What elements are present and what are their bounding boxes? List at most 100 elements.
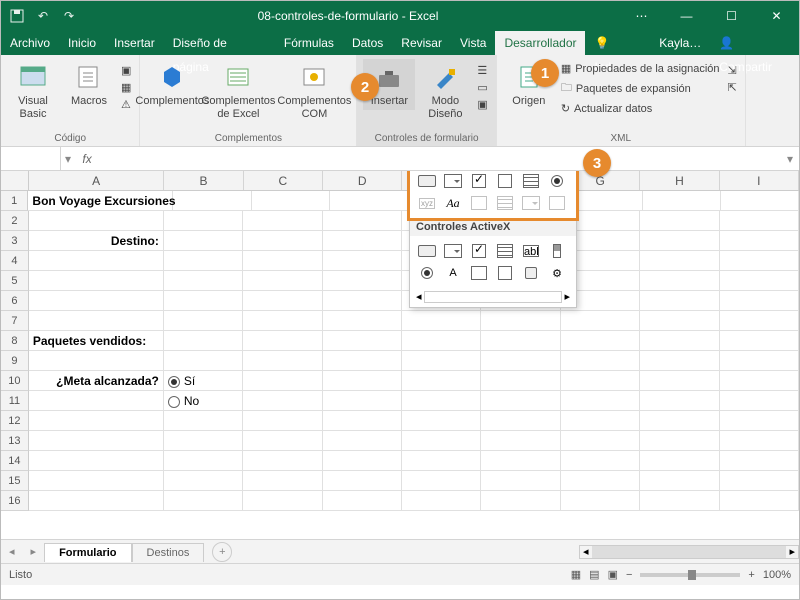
cell-H6[interactable]: [640, 291, 719, 311]
cell-I1[interactable]: [721, 191, 799, 211]
cell-G13[interactable]: [561, 431, 640, 451]
cell-F11[interactable]: [481, 391, 560, 411]
cell-I5[interactable]: [720, 271, 799, 291]
row-header-9[interactable]: 9: [1, 351, 29, 371]
cell-I14[interactable]: [720, 451, 799, 471]
save-icon[interactable]: [9, 8, 25, 24]
cell-H9[interactable]: [640, 351, 719, 371]
cell-C5[interactable]: [243, 271, 322, 291]
cell-H13[interactable]: [640, 431, 719, 451]
cell-G9[interactable]: [561, 351, 640, 371]
cell-G7[interactable]: [561, 311, 640, 331]
cell-F9[interactable]: [481, 351, 560, 371]
cell-A7[interactable]: [29, 311, 164, 331]
tab-formulas[interactable]: Fórmulas: [275, 31, 343, 55]
name-box[interactable]: [1, 147, 61, 170]
tell-me[interactable]: 💡 Ind…: [585, 31, 650, 55]
cell-B10[interactable]: Sí: [164, 371, 243, 391]
optionbutton-control-icon[interactable]: [544, 171, 570, 192]
row-header-5[interactable]: 5: [1, 271, 29, 291]
cell-E9[interactable]: [402, 351, 481, 371]
view-break-icon[interactable]: ▣: [608, 568, 618, 581]
cell-A16[interactable]: [29, 491, 164, 511]
cell-E8[interactable]: [402, 331, 481, 351]
scroll-left-icon[interactable]: ◂: [416, 290, 422, 303]
cell-H12[interactable]: [640, 411, 719, 431]
cell-D11[interactable]: [323, 391, 402, 411]
cell-B14[interactable]: [164, 451, 243, 471]
ax-textbox-icon[interactable]: abl: [518, 240, 544, 262]
spinner-control-icon[interactable]: [492, 171, 518, 192]
label-control-icon[interactable]: Aa: [440, 192, 466, 214]
ax-button-icon[interactable]: [414, 240, 440, 262]
run-dialog-button[interactable]: ▣: [475, 97, 489, 112]
cell-D16[interactable]: [323, 491, 402, 511]
view-layout-icon[interactable]: ▤: [589, 568, 599, 581]
cell-E12[interactable]: [402, 411, 481, 431]
row-header-6[interactable]: 6: [1, 291, 29, 311]
cell-D14[interactable]: [323, 451, 402, 471]
cell-B13[interactable]: [164, 431, 243, 451]
view-normal-icon[interactable]: ▦: [571, 568, 581, 581]
col-header-i[interactable]: I: [720, 171, 799, 190]
row-header-14[interactable]: 14: [1, 451, 29, 471]
undo-icon[interactable]: ↶: [35, 8, 51, 24]
cell-I13[interactable]: [720, 431, 799, 451]
cell-C2[interactable]: [243, 211, 322, 231]
row-header-2[interactable]: 2: [1, 211, 29, 231]
zoom-out-button[interactable]: −: [626, 569, 632, 581]
cell-H3[interactable]: [640, 231, 719, 251]
cell-A10[interactable]: ¿Meta alcanzada?: [29, 371, 164, 391]
cell-F13[interactable]: [481, 431, 560, 451]
col-header-a[interactable]: A: [29, 171, 164, 190]
expansion-packs-button[interactable]: 🗀 Paquetes de expansión: [559, 78, 722, 99]
cell-D5[interactable]: [323, 271, 402, 291]
cell-C15[interactable]: [243, 471, 322, 491]
cell-H16[interactable]: [640, 491, 719, 511]
cell-H1[interactable]: [643, 191, 721, 211]
cell-D10[interactable]: [323, 371, 402, 391]
export-button[interactable]: ⇱: [726, 80, 739, 95]
visual-basic-button[interactable]: Visual Basic: [7, 59, 59, 122]
cell-B11[interactable]: No: [164, 391, 243, 411]
complementos-button[interactable]: Complementos: [146, 59, 198, 110]
cell-A11[interactable]: [29, 391, 164, 411]
cell-G11[interactable]: [561, 391, 640, 411]
row-header-12[interactable]: 12: [1, 411, 29, 431]
cell-E16[interactable]: [402, 491, 481, 511]
horizontal-scrollbar[interactable]: ◂▸: [579, 545, 799, 559]
tab-archivo[interactable]: Archivo: [1, 31, 59, 55]
cell-F16[interactable]: [481, 491, 560, 511]
cell-B16[interactable]: [164, 491, 243, 511]
tab-diseno[interactable]: Diseño de página: [164, 31, 275, 55]
cell-B5[interactable]: [164, 271, 243, 291]
col-header-b[interactable]: B: [164, 171, 243, 190]
cell-A5[interactable]: [29, 271, 164, 291]
cell-I15[interactable]: [720, 471, 799, 491]
cell-C10[interactable]: [243, 371, 322, 391]
tab-insertar[interactable]: Insertar: [105, 31, 164, 55]
cell-I8[interactable]: [720, 331, 799, 351]
cell-C16[interactable]: [243, 491, 322, 511]
cell-F10[interactable]: [481, 371, 560, 391]
cell-I10[interactable]: [720, 371, 799, 391]
redo-icon[interactable]: ↷: [61, 8, 77, 24]
row-header-13[interactable]: 13: [1, 431, 29, 451]
cell-B12[interactable]: [164, 411, 243, 431]
cell-A15[interactable]: [29, 471, 164, 491]
dropdown-scrollbar[interactable]: ◂ ▸: [410, 288, 576, 307]
cell-C3[interactable]: [243, 231, 322, 251]
cell-H15[interactable]: [640, 471, 719, 491]
ax-checkbox-icon[interactable]: [466, 240, 492, 262]
cell-A14[interactable]: [29, 451, 164, 471]
cell-H7[interactable]: [640, 311, 719, 331]
cell-D6[interactable]: [323, 291, 402, 311]
cell-F12[interactable]: [481, 411, 560, 431]
cell-D7[interactable]: [323, 311, 402, 331]
row-header-10[interactable]: 10: [1, 371, 29, 391]
cell-B3[interactable]: [164, 231, 243, 251]
listbox-control-icon[interactable]: [518, 171, 544, 192]
row-header-16[interactable]: 16: [1, 491, 29, 511]
tab-inicio[interactable]: Inicio: [59, 31, 105, 55]
cell-G15[interactable]: [561, 471, 640, 491]
